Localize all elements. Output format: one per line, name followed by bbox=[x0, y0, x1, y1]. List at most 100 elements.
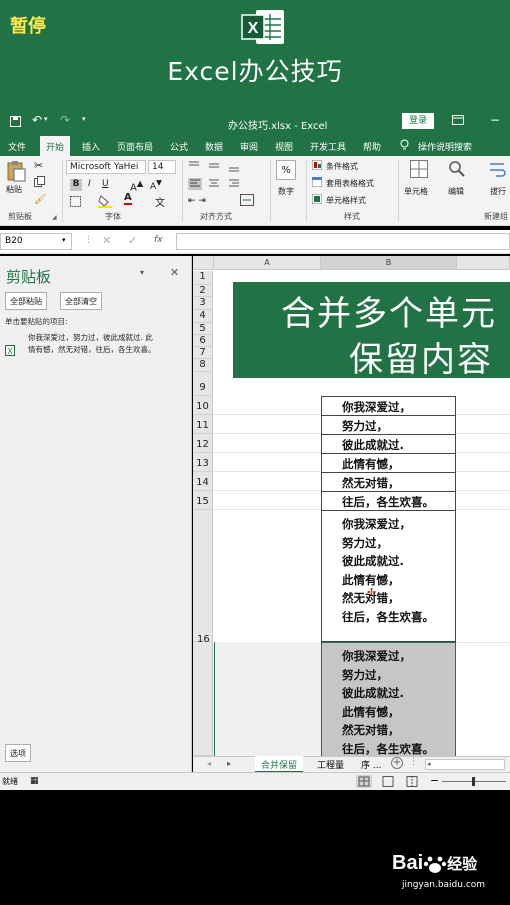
cells-button[interactable]: 单元格 bbox=[404, 186, 428, 197]
tab-home[interactable]: 开始 bbox=[40, 136, 71, 156]
align-center-icon[interactable] bbox=[208, 178, 248, 192]
fill-color-icon[interactable] bbox=[98, 194, 112, 210]
font-size-select[interactable]: 14 bbox=[148, 160, 176, 174]
table-row[interactable]: 努力过， bbox=[321, 415, 456, 435]
save-icon[interactable] bbox=[10, 116, 21, 130]
row-header[interactable]: 2 bbox=[193, 285, 213, 297]
customize-qat-icon[interactable]: ▾ bbox=[82, 115, 86, 123]
redo-icon[interactable]: ↷ bbox=[60, 113, 70, 127]
table-row[interactable]: 往后，各生欢喜。 bbox=[321, 491, 456, 511]
row-header[interactable]: 5 bbox=[193, 323, 213, 335]
ribbon-display-icon[interactable] bbox=[452, 115, 464, 128]
row-header-16[interactable]: 16 bbox=[193, 634, 213, 756]
tab-file[interactable]: 文件 bbox=[8, 140, 26, 153]
worksheet-grid[interactable]: A B 1 2 3 4 5 6 7 8 9 合并多个单元 保留内容 10 11 … bbox=[193, 256, 510, 756]
phonetic-icon[interactable]: 文 bbox=[155, 194, 165, 209]
scroll-left-icon[interactable]: ◂ bbox=[427, 760, 431, 768]
font-name-select[interactable]: Microsoft YaHei bbox=[66, 160, 146, 174]
row-header[interactable]: 4 bbox=[193, 310, 213, 323]
tab-data[interactable]: 数据 bbox=[205, 140, 223, 153]
undo-dropdown-icon[interactable]: ▾ bbox=[44, 115, 48, 123]
formula-input[interactable] bbox=[176, 233, 510, 250]
row-header[interactable]: 9 bbox=[193, 372, 213, 396]
clipboard-launcher-icon[interactable]: ◢ bbox=[52, 214, 57, 221]
clipboard-item[interactable]: 你我深爱过，努力过，彼此成就过. 此情有憾，然无对错，往后，各生欢喜。 bbox=[28, 332, 160, 356]
decrease-font-icon[interactable]: A▼ bbox=[150, 178, 162, 192]
normal-view-icon[interactable] bbox=[356, 775, 372, 788]
table-row[interactable]: 彼此成就过. bbox=[321, 434, 456, 454]
italic-icon[interactable]: I bbox=[88, 179, 91, 189]
percent-icon[interactable]: % bbox=[276, 160, 296, 180]
row-header[interactable]: 10 bbox=[193, 396, 213, 415]
tab-formulas[interactable]: 公式 bbox=[170, 140, 188, 153]
row-header[interactable]: 7 bbox=[193, 347, 213, 359]
zoom-slider-thumb[interactable] bbox=[472, 777, 475, 786]
sheet-tab-active[interactable]: 合并保留 bbox=[255, 756, 304, 773]
row-header[interactable]: 1 bbox=[193, 271, 213, 285]
name-box-dropdown-icon[interactable]: ▾ bbox=[62, 236, 66, 244]
pane-options-icon[interactable]: ▾ bbox=[140, 268, 144, 277]
tab-review[interactable]: 审阅 bbox=[240, 140, 258, 153]
column-header-b[interactable]: B bbox=[321, 256, 457, 270]
enter-formula-icon[interactable]: ✓ bbox=[128, 234, 137, 247]
insert-function-icon[interactable]: fx bbox=[154, 235, 163, 245]
row-header[interactable]: 6 bbox=[193, 335, 213, 347]
underline-icon[interactable]: U bbox=[102, 179, 109, 189]
cancel-formula-icon[interactable]: ✕ bbox=[102, 234, 111, 247]
row-header[interactable]: 14 bbox=[193, 472, 213, 491]
paste-all-button[interactable]: 全部粘贴 bbox=[5, 292, 47, 310]
cut-icon[interactable]: ✂ bbox=[34, 159, 43, 172]
selected-cell-a16[interactable] bbox=[214, 642, 321, 756]
next-sheet-icon[interactable]: ▸ bbox=[227, 759, 231, 768]
table-row[interactable]: 此情有憾， bbox=[321, 453, 456, 473]
number-format-button[interactable]: 数字 bbox=[278, 186, 294, 197]
tell-me-search[interactable]: 操作说明搜索 bbox=[418, 140, 472, 153]
format-painter-icon[interactable]: 🖌 bbox=[34, 194, 47, 205]
sheet-tab[interactable]: 工程量 bbox=[317, 758, 344, 771]
column-header-c[interactable] bbox=[457, 256, 510, 270]
sheet-tab[interactable]: 序 ... bbox=[361, 758, 381, 771]
pane-options-button[interactable]: 选项 bbox=[5, 744, 31, 762]
wrap-button[interactable]: 拔行 bbox=[490, 186, 506, 197]
horizontal-scrollbar[interactable]: ◂ bbox=[425, 759, 505, 770]
column-header-a[interactable]: A bbox=[214, 256, 321, 270]
merged-title-cell[interactable]: 合并多个单元 保留内容 bbox=[233, 282, 510, 378]
row-header[interactable]: 11 bbox=[193, 415, 213, 434]
row-header[interactable]: 8 bbox=[193, 359, 213, 372]
border-icon[interactable] bbox=[70, 196, 81, 209]
page-layout-view-icon[interactable] bbox=[382, 776, 394, 789]
zoom-out-icon[interactable]: − bbox=[430, 774, 439, 787]
close-icon[interactable]: ✕ bbox=[170, 266, 179, 279]
align-top-icon[interactable] bbox=[188, 160, 248, 174]
prev-sheet-icon[interactable]: ◂ bbox=[207, 759, 211, 768]
table-row[interactable]: 你我深爱过， bbox=[321, 396, 456, 416]
table-format-button[interactable]: 套用表格格式 bbox=[326, 178, 374, 189]
tab-developer[interactable]: 开发工具 bbox=[310, 140, 346, 153]
merge-center-icon[interactable] bbox=[240, 194, 254, 208]
copy-icon[interactable] bbox=[34, 176, 46, 190]
paste-button[interactable]: 粘贴 bbox=[6, 184, 22, 195]
tab-page-layout[interactable]: 页面布局 bbox=[117, 140, 153, 153]
clear-all-button[interactable]: 全部清空 bbox=[60, 292, 102, 310]
tab-help[interactable]: 帮助 bbox=[363, 140, 381, 153]
add-sheet-icon[interactable]: + bbox=[391, 757, 403, 769]
cell-style-button[interactable]: 单元格样式 bbox=[326, 195, 366, 206]
row-header[interactable]: 3 bbox=[193, 297, 213, 310]
table-row[interactable]: 然无对错， bbox=[321, 472, 456, 492]
conditional-format-button[interactable]: 条件格式 bbox=[326, 161, 358, 172]
row-header-blank[interactable] bbox=[193, 510, 213, 642]
edit-button[interactable]: 编辑 bbox=[448, 186, 464, 197]
indent-icon[interactable]: ⇤ ⇥ bbox=[188, 196, 206, 206]
minimize-icon[interactable]: − bbox=[490, 113, 500, 127]
undo-icon[interactable]: ↶ bbox=[32, 113, 42, 127]
tab-view[interactable]: 视图 bbox=[275, 140, 293, 153]
paste-icon[interactable] bbox=[6, 160, 26, 184]
row-header[interactable]: 12 bbox=[193, 434, 213, 453]
row-header[interactable]: 13 bbox=[193, 453, 213, 472]
pause-label[interactable]: 暂停 bbox=[10, 12, 46, 38]
login-button[interactable]: 登录 bbox=[402, 113, 434, 129]
selected-merged-cell[interactable]: 你我深爱过， 努力过， 彼此成就过. 此情有憾， 然无对错， 往后，各生欢喜。 bbox=[321, 642, 456, 756]
tab-split-icon[interactable]: ⋮ bbox=[409, 757, 418, 767]
macro-record-icon[interactable]: ▦ bbox=[30, 776, 39, 786]
font-color-icon[interactable]: A bbox=[124, 193, 132, 205]
